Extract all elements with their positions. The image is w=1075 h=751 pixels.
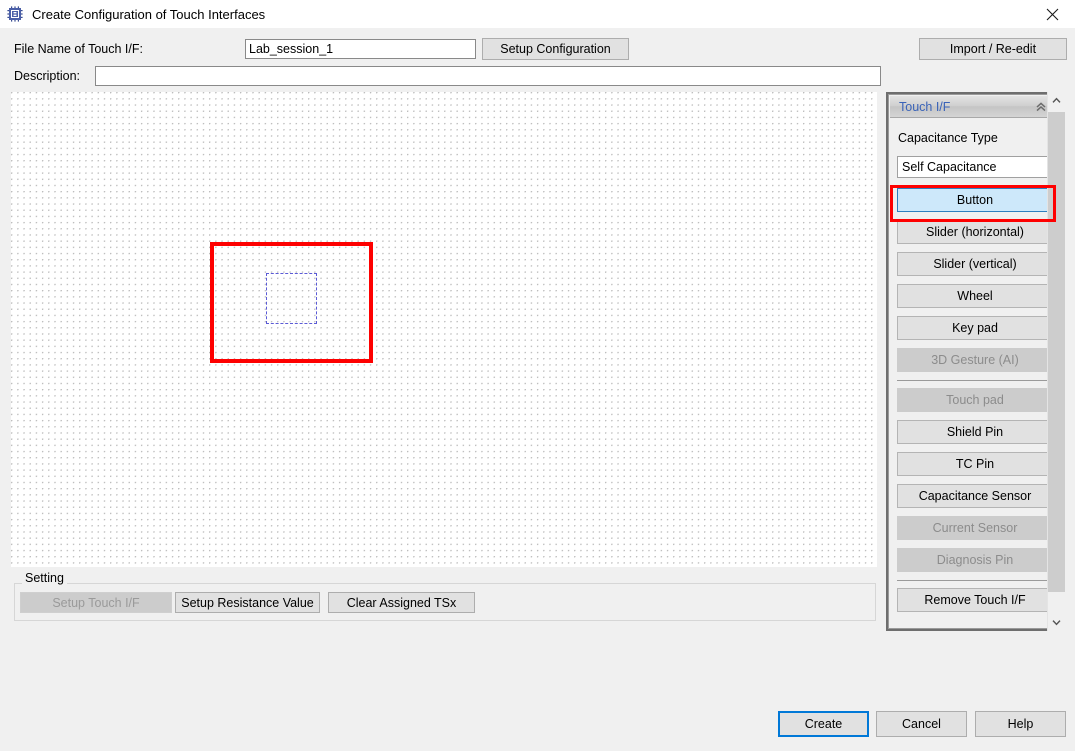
create-button[interactable]: Create bbox=[778, 711, 869, 737]
capacitance-type-value: Self Capacitance bbox=[902, 160, 997, 174]
scrollbar-thumb[interactable] bbox=[1048, 112, 1065, 592]
tool-button-button[interactable]: Button bbox=[897, 188, 1053, 212]
window-title: Create Configuration of Touch Interfaces bbox=[32, 6, 266, 22]
description-input[interactable] bbox=[95, 66, 881, 86]
tool-button-wheel[interactable]: Wheel bbox=[897, 284, 1053, 308]
tool-button-current-sensor: Current Sensor bbox=[897, 516, 1053, 540]
tool-button-slider-vertical[interactable]: Slider (vertical) bbox=[897, 252, 1053, 276]
tool-button-3d-gesture-ai: 3D Gesture (AI) bbox=[897, 348, 1053, 372]
close-icon[interactable] bbox=[1029, 0, 1075, 28]
touch-if-panel-inner: Touch I/F Capacitance Type Self Capacita… bbox=[888, 94, 1056, 629]
help-button[interactable]: Help bbox=[975, 711, 1066, 737]
panel-header[interactable]: Touch I/F bbox=[890, 96, 1055, 118]
tool-button-touch-pad: Touch pad bbox=[897, 388, 1053, 412]
setup-resistance-value-button[interactable]: Setup Resistance Value bbox=[175, 592, 320, 613]
chevron-double-up-icon[interactable] bbox=[1034, 100, 1048, 114]
touch-if-tool-list: Button Slider (horizontal) Slider (vertica… bbox=[897, 188, 1053, 620]
tool-list-separator bbox=[897, 380, 1053, 381]
tool-button-remove-touch-i-f[interactable]: Remove Touch I/F bbox=[897, 588, 1053, 612]
setup-touch-if-button[interactable]: Setup Touch I/F bbox=[20, 592, 172, 613]
chevron-down-icon[interactable] bbox=[1048, 614, 1065, 631]
panel-scrollbar[interactable] bbox=[1047, 92, 1065, 631]
tool-button-key-pad[interactable]: Key pad bbox=[897, 316, 1053, 340]
filename-input[interactable] bbox=[245, 39, 476, 59]
description-label: Description: bbox=[14, 69, 80, 83]
chip-icon bbox=[7, 6, 23, 22]
tool-list-separator bbox=[897, 580, 1053, 581]
layout-canvas[interactable] bbox=[10, 91, 878, 568]
tool-button-capacitance-sensor[interactable]: Capacitance Sensor bbox=[897, 484, 1053, 508]
cancel-button[interactable]: Cancel bbox=[876, 711, 967, 737]
capacitance-type-select[interactable]: Self Capacitance ▾ bbox=[897, 156, 1055, 178]
placed-touch-widget[interactable] bbox=[266, 273, 317, 324]
tool-button-shield-pin[interactable]: Shield Pin bbox=[897, 420, 1053, 444]
filename-label: File Name of Touch I/F: bbox=[14, 42, 143, 56]
capacitance-type-label: Capacitance Type bbox=[898, 131, 998, 145]
panel-header-title: Touch I/F bbox=[899, 99, 951, 114]
title-bar: Create Configuration of Touch Interfaces bbox=[0, 0, 1075, 29]
tool-button-slider-horizontal[interactable]: Slider (horizontal) bbox=[897, 220, 1053, 244]
setup-configuration-button[interactable]: Setup Configuration bbox=[482, 38, 629, 60]
import-reedit-button[interactable]: Import / Re-edit bbox=[919, 38, 1067, 60]
chevron-up-icon[interactable] bbox=[1048, 92, 1065, 109]
tool-button-tc-pin[interactable]: TC Pin bbox=[897, 452, 1053, 476]
touch-if-panel: Touch I/F Capacitance Type Self Capacita… bbox=[886, 92, 1058, 631]
setting-group-label: Setting bbox=[22, 571, 67, 585]
clear-assigned-tsx-button[interactable]: Clear Assigned TSx bbox=[328, 592, 475, 613]
tool-button-diagnosis-pin: Diagnosis Pin bbox=[897, 548, 1053, 572]
